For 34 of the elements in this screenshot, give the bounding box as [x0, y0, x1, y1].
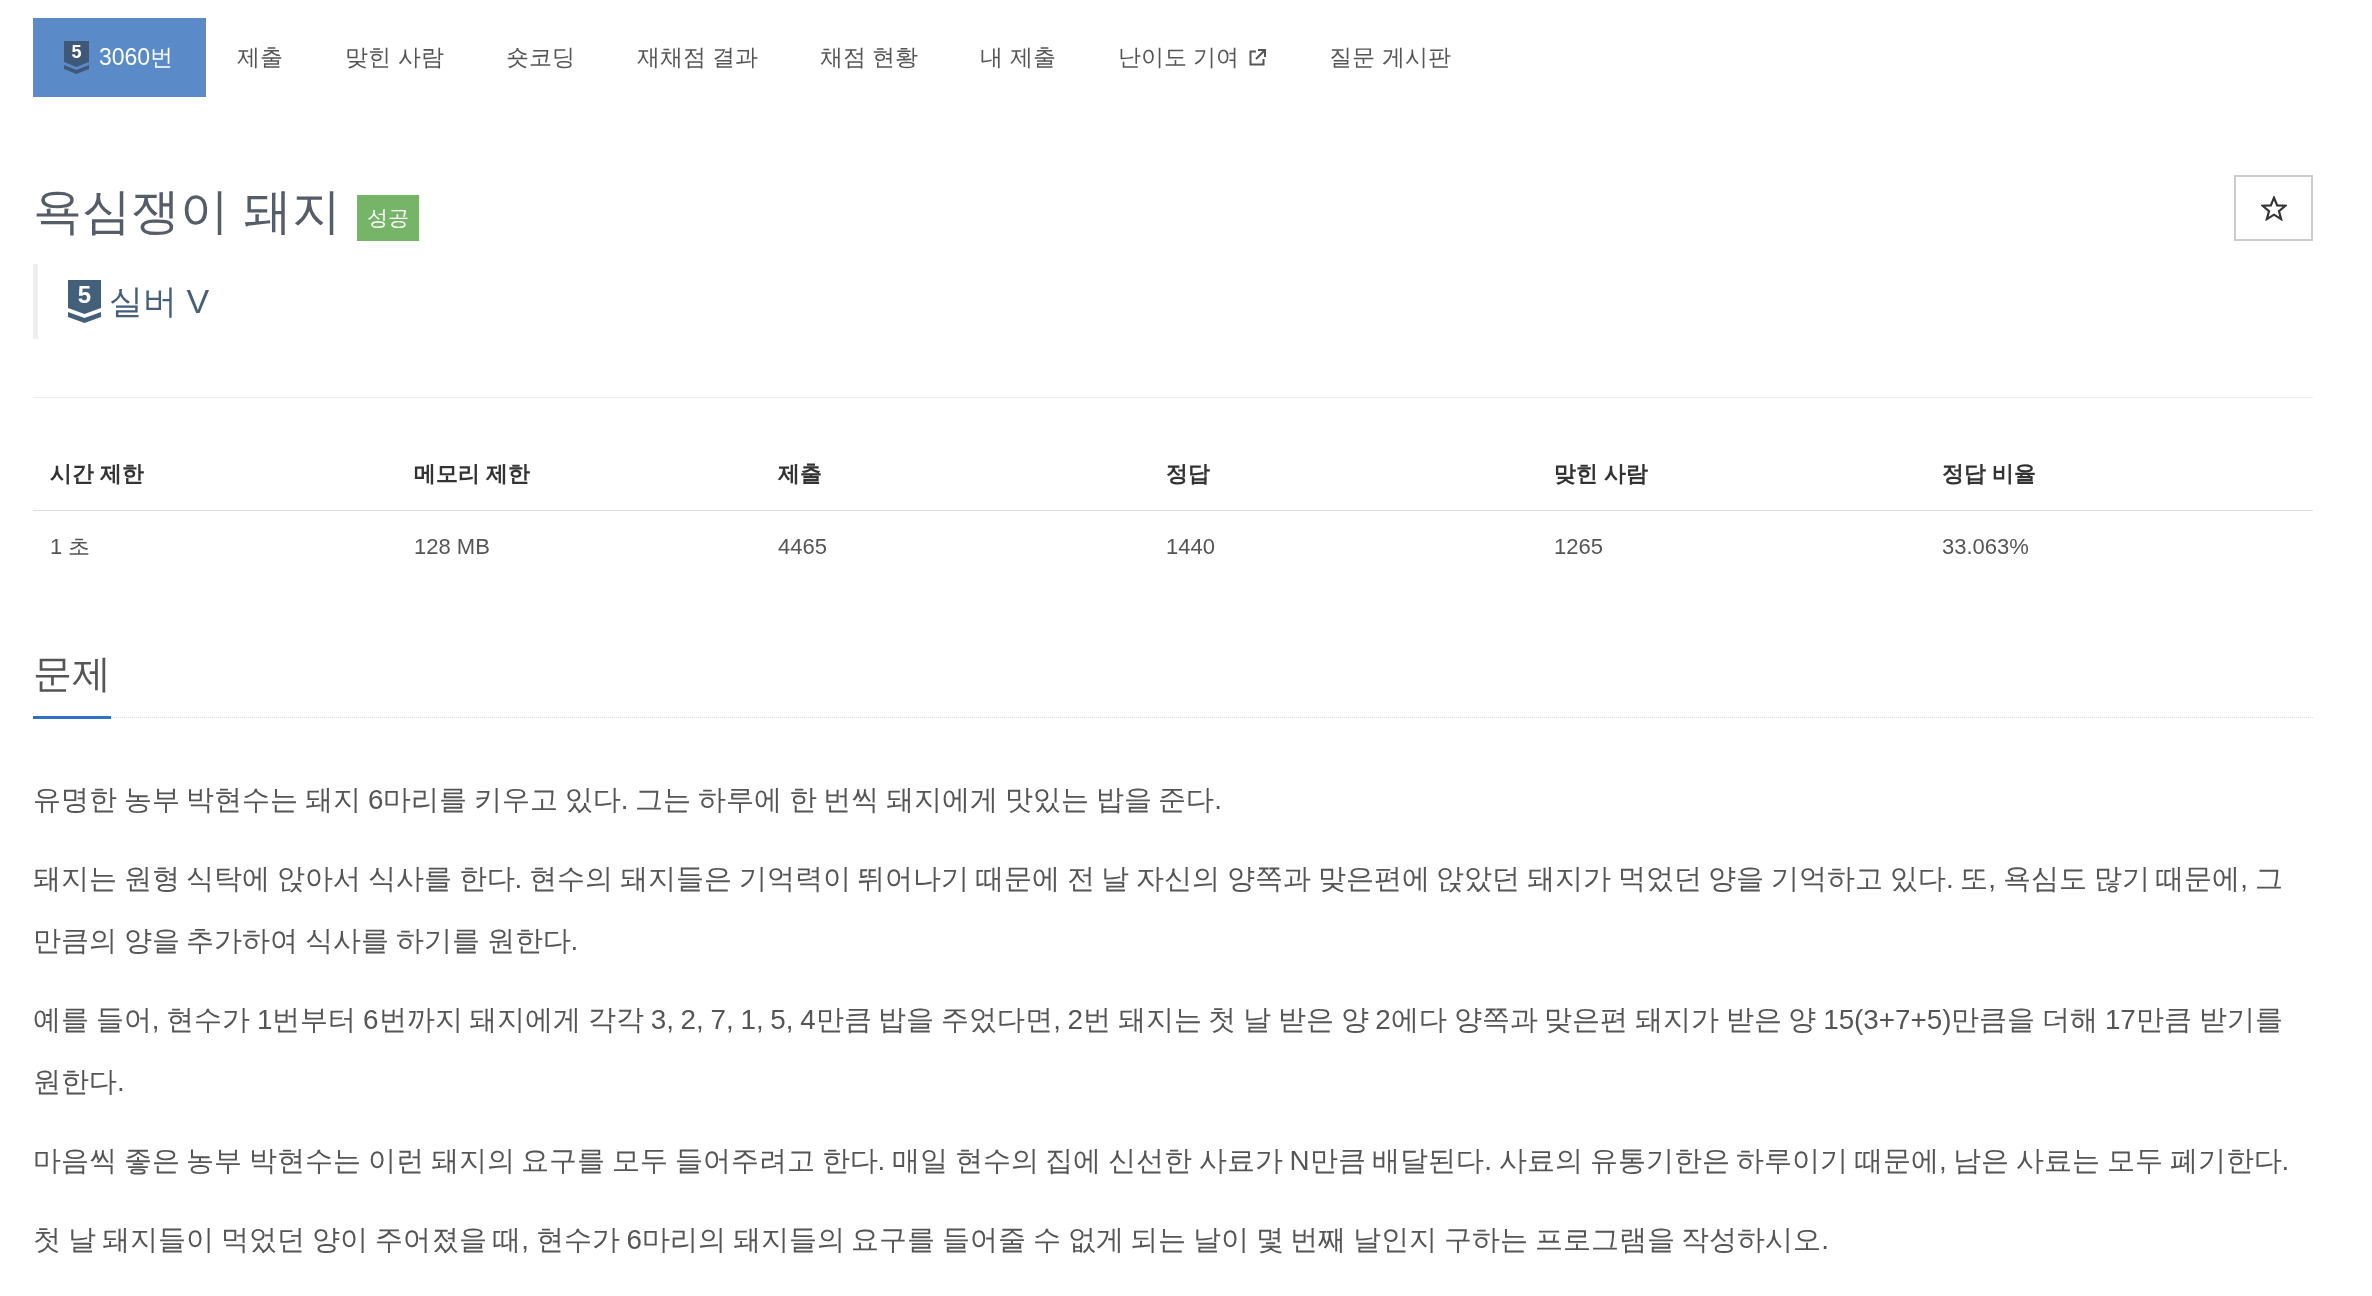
table-header-cell-text: 메모리 제한: [413, 460, 532, 488]
table-header-cell-text: 맞힌 사람: [1553, 460, 1650, 488]
problem-title: 욕심쟁이 돼지: [33, 183, 341, 240]
table-cell-text: 33.063%: [1941, 534, 2030, 560]
nav-tab[interactable]: 채점 현황: [788, 18, 950, 97]
nav-tab[interactable]: 맞힌 사람: [314, 18, 475, 97]
tier-badge: 5: [68, 280, 101, 323]
problem-paragraph: 돼지는 원형 식탁에 앉아서 식사를 한다. 현수의 돼지들은 기억력이 뛰어나기 때문에 전 날 자신의 양쪽과 맞은편에 앉았던 돼지가 먹었던 양을 기억하고 있다. 또, 욕심도 많기 때문에, 그 만큼의 양을 추가하여 식사를 하기를 원한다.: [33, 862, 2284, 958]
nav-tab[interactable]: 숏코딩: [474, 18, 606, 97]
table-cell-text: 1440: [1165, 534, 1216, 560]
nav-tab[interactable]: 5 3060번: [33, 18, 207, 97]
table-header-cell-text: 정답 비율: [1941, 460, 2038, 488]
nav-tab[interactable]: 난이도 기여: [1086, 18, 1299, 97]
nav-tab[interactable]: 재채점 결과: [605, 18, 789, 97]
problem-paragraph: 마음씩 좋은 농부 박현수는 이런 돼지의 요구를 모두 들어주려고 한다. 매일 현수의 집에 신선한 사료가 N만큼 배달된다. 사료의 유통기한은 하루이기 때문에, 남은 사료는 모두 폐기한다.: [33, 1144, 2291, 1178]
table-cell-text: 1265: [1553, 534, 1604, 560]
nav-tab[interactable]: 질문 게시판: [1298, 18, 1482, 97]
nav-tab[interactable]: 내 제출: [949, 18, 1087, 97]
star-icon: [2260, 195, 2287, 221]
table-cell-text: 1 초: [49, 533, 92, 561]
tier-name: 실버 V: [109, 280, 210, 322]
problem-paragraph: 예를 들어, 현수가 1번부터 6번까지 돼지에게 각각 3, 2, 7, 1, 5, 4만큼 밥을 주었다면, 2번 돼지는 첫 날 받은 양 2에다 양쪽과 맞은편 돼지가 받은 양 15(3+7+5)만큼을 더해 17만큼 받기를 원한다.: [33, 1003, 2284, 1099]
problem-paragraph: 첫 날 돼지들이 먹었던 양이 주어졌을 때, 현수가 6마리의 돼지들의 요구를 들어줄 수 없게 되는 날이 몇 번째 날인지 구하는 프로그램을 작성하시오.: [33, 1223, 1831, 1257]
tier-badge: 5: [64, 41, 89, 74]
table-header-cell-text: 시간 제한: [49, 460, 146, 488]
table-cell-text: 4465: [777, 534, 828, 560]
nav-tab[interactable]: 제출: [206, 18, 315, 97]
problem-paragraph: 유명한 농부 박현수는 돼지 6마리를 키우고 있다. 그는 하루에 한 번씩 돼지에게 맛있는 밥을 준다.: [33, 783, 1224, 817]
star-button[interactable]: [2234, 175, 2313, 241]
table-cell-text: 128 MB: [413, 534, 491, 560]
table-header-cell-text: 제출: [777, 460, 823, 488]
section-heading: 문제: [33, 649, 111, 719]
status-badge: 성공: [356, 195, 419, 241]
table-header-cell-text: 정답: [1165, 460, 1211, 488]
